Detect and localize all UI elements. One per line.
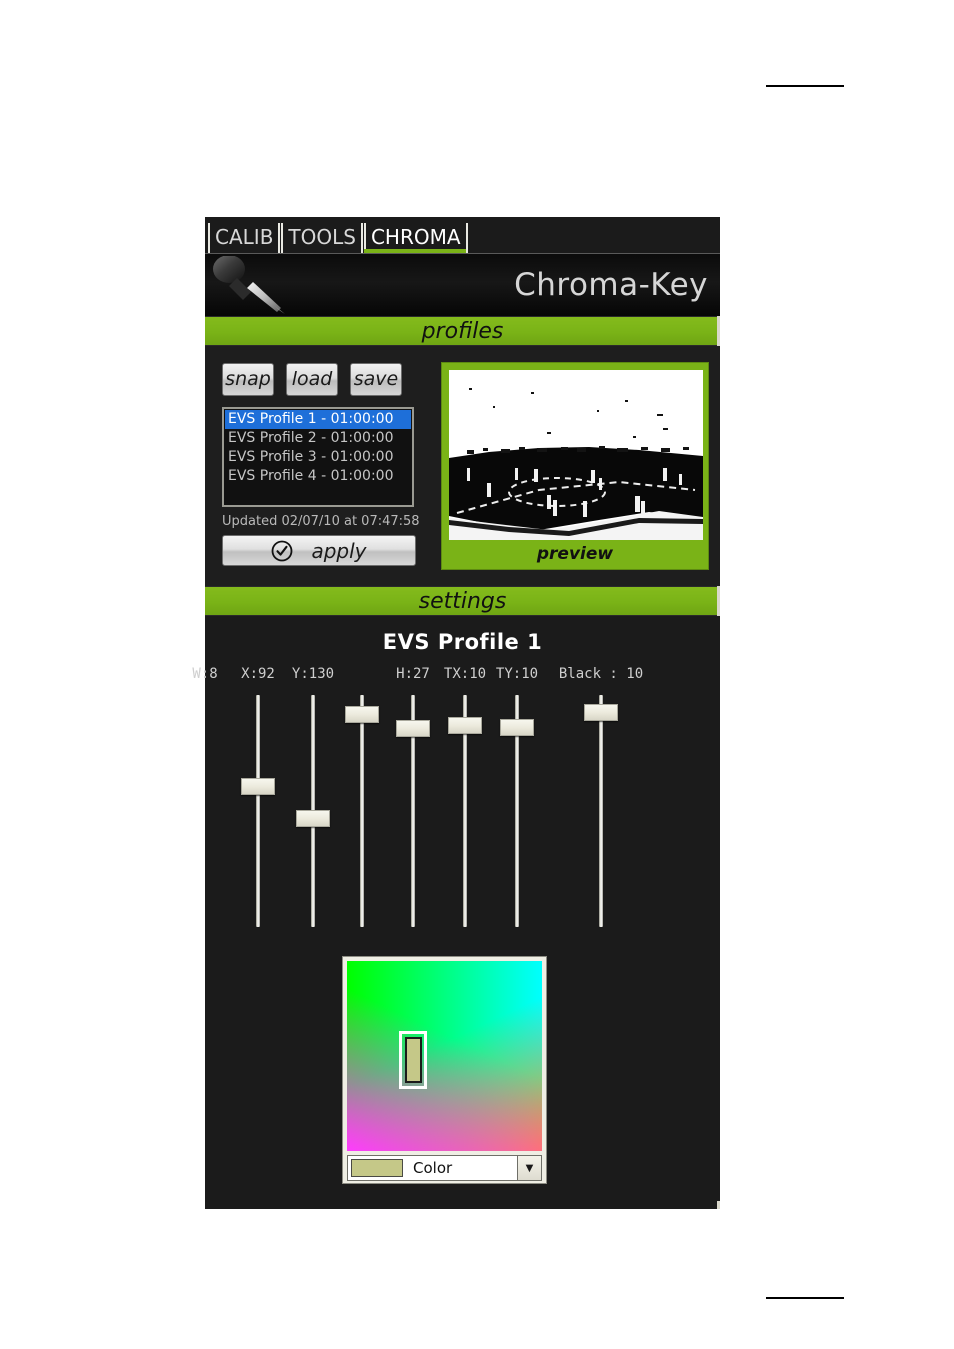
preview-keyed-image bbox=[449, 370, 703, 540]
color-dropdown[interactable]: Color ▼ bbox=[347, 1155, 542, 1181]
tab-bar: CALIB TOOLS CHROMA bbox=[205, 217, 720, 253]
color-picker[interactable]: Color ▼ bbox=[342, 956, 547, 1184]
color-marker-swatch[interactable] bbox=[405, 1037, 422, 1083]
settings-section-bar: settings bbox=[205, 586, 720, 616]
chevron-down-icon[interactable]: ▼ bbox=[517, 1156, 541, 1180]
slider-handle-h[interactable] bbox=[396, 720, 430, 737]
slider-y[interactable] bbox=[290, 690, 336, 935]
slider-label-h: H:27 bbox=[396, 666, 430, 682]
tab-calib-label: CALIB bbox=[215, 225, 274, 249]
updated-timestamp: Updated 02/07/10 at 07:47:58 bbox=[222, 514, 420, 529]
slider-handle-black[interactable] bbox=[584, 704, 618, 721]
slider-ty[interactable] bbox=[494, 690, 540, 935]
slider-label-y: Y:130 bbox=[291, 666, 335, 682]
check-circle-icon bbox=[272, 540, 293, 561]
list-item[interactable]: EVS Profile 2 - 01:00:00 bbox=[225, 429, 411, 448]
tab-bar-filler bbox=[468, 223, 720, 253]
page-rule-top bbox=[766, 85, 844, 87]
slider-handle-y[interactable] bbox=[296, 810, 330, 827]
apply-button-label: apply bbox=[311, 538, 367, 563]
profiles-body: snap load save EVS Profile 1 - 01:00:00 … bbox=[205, 346, 720, 586]
slider-labels: X:92 Y:130 W:8 H:27 TX:10 TY:10 Black : … bbox=[192, 666, 720, 690]
preview-caption: preview bbox=[536, 544, 614, 564]
preview-image bbox=[449, 370, 703, 540]
slider-handle-ty[interactable] bbox=[500, 719, 534, 736]
tab-chroma[interactable]: CHROMA bbox=[363, 223, 468, 253]
slider-handle-w[interactable] bbox=[345, 706, 379, 723]
apply-button[interactable]: apply bbox=[222, 535, 416, 566]
slider-label-black: Black : 10 bbox=[558, 666, 644, 682]
list-item[interactable]: EVS Profile 4 - 01:00:00 bbox=[225, 467, 411, 486]
slider-label-ty: TY:10 bbox=[495, 666, 539, 682]
color-dropdown-label: Color bbox=[413, 1159, 453, 1177]
settings-body: EVS Profile 1 X:92 Y:130 W:8 H:27 TX:10 … bbox=[192, 616, 720, 1201]
list-item[interactable]: EVS Profile 1 - 01:00:00 bbox=[225, 410, 411, 429]
profiles-controls: snap load save EVS Profile 1 - 01:00:00 … bbox=[222, 363, 422, 566]
slider-track bbox=[360, 695, 364, 927]
load-button[interactable]: load bbox=[286, 363, 338, 396]
slider-label-tx: TX:10 bbox=[443, 666, 487, 682]
preview-panel: preview bbox=[441, 362, 709, 570]
title-header: Chroma-Key bbox=[205, 253, 720, 316]
page-rule-bottom bbox=[766, 1297, 844, 1299]
color-swatch bbox=[351, 1159, 403, 1177]
save-button[interactable]: save bbox=[350, 363, 402, 396]
tab-tools-label: TOOLS bbox=[288, 225, 356, 249]
slider-track bbox=[599, 695, 603, 927]
tab-tools[interactable]: TOOLS bbox=[281, 223, 363, 253]
profile-list[interactable]: EVS Profile 1 - 01:00:00 EVS Profile 2 -… bbox=[222, 407, 414, 507]
list-item[interactable]: EVS Profile 3 - 01:00:00 bbox=[225, 448, 411, 467]
slider-black[interactable] bbox=[578, 690, 624, 935]
tab-chroma-label: CHROMA bbox=[370, 225, 461, 249]
slider-track bbox=[256, 695, 260, 927]
slider-label-x: X:92 bbox=[241, 666, 275, 682]
chroma-key-window: CALIB TOOLS CHROMA Chroma-Key profiles s… bbox=[192, 217, 720, 1209]
slider-h[interactable] bbox=[390, 690, 436, 935]
slider-w[interactable] bbox=[339, 690, 385, 935]
app-title: Chroma-Key bbox=[514, 267, 708, 303]
slider-handle-tx[interactable] bbox=[448, 717, 482, 734]
slider-handle-x[interactable] bbox=[241, 778, 275, 795]
profiles-section-bar: profiles bbox=[205, 316, 720, 346]
slider-tx[interactable] bbox=[442, 690, 488, 935]
page-title: EVS Profile 1 bbox=[382, 630, 543, 654]
color-gradient-magenta-layer bbox=[347, 961, 542, 1151]
slider-group bbox=[205, 690, 720, 935]
color-gradient-field[interactable] bbox=[347, 961, 542, 1151]
eyedropper-icon bbox=[213, 256, 285, 314]
slider-x[interactable] bbox=[235, 690, 281, 935]
profile-action-buttons: snap load save bbox=[222, 363, 422, 396]
snap-button[interactable]: snap bbox=[222, 363, 274, 396]
slider-label-w: W:8 bbox=[192, 666, 218, 682]
tab-calib[interactable]: CALIB bbox=[208, 223, 281, 253]
